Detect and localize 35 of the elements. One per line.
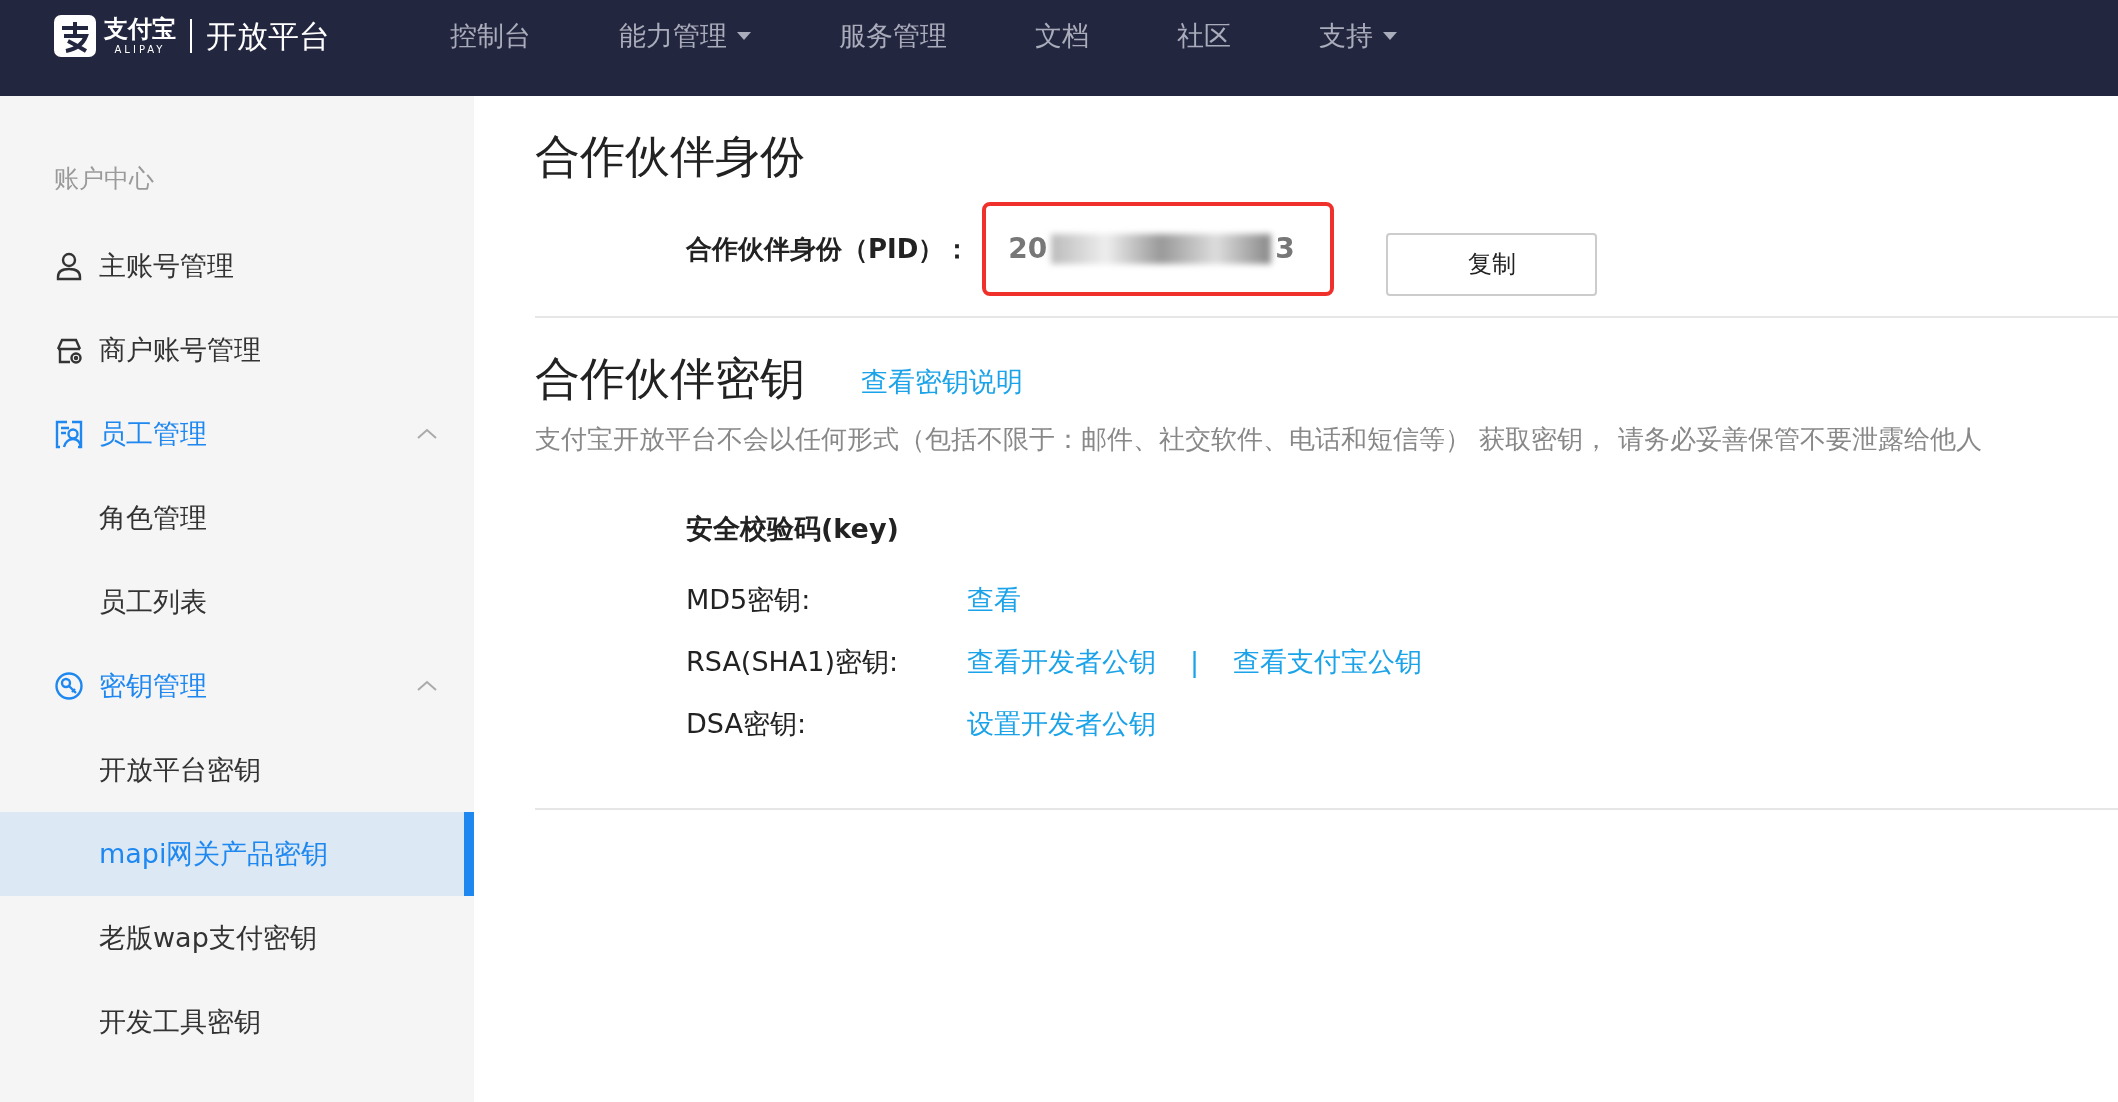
logo-subtext: ALIPAY — [114, 45, 166, 55]
nav-item[interactable]: 控制台 — [450, 15, 531, 57]
sidebar-heading: 账户中心 — [54, 164, 154, 193]
pid-label: 合作伙伴身份（PID）： — [686, 232, 971, 266]
key-section-title: 安全校验码(key) — [686, 512, 900, 546]
key-label: DSA密钥: — [686, 707, 807, 742]
nav-item[interactable]: 社区 — [1177, 15, 1231, 57]
sidebar-subitem[interactable]: 角色管理 — [0, 476, 474, 560]
section-title: 合作伙伴身份 — [535, 130, 806, 184]
pid-value: 20 — [1008, 231, 1048, 267]
copy-button[interactable]: 复制 — [1386, 232, 1598, 296]
key-label: RSA(SHA1)密钥: — [686, 645, 900, 680]
pid-value: 3 — [1275, 231, 1295, 267]
logo-text: 支付宝 — [104, 17, 176, 41]
id-card-icon — [54, 419, 84, 449]
sidebar-subitem[interactable]: 开放平台密钥 — [0, 728, 474, 812]
key-icon — [54, 671, 84, 701]
nav-item[interactable]: 文档 — [1035, 15, 1089, 57]
key-label: MD5密钥: — [686, 583, 812, 618]
sidebar-item[interactable]: 员工管理 — [0, 392, 474, 476]
nav-item[interactable]: 能力管理 — [619, 15, 751, 57]
sidebar-subitem[interactable]: 员工列表 — [0, 560, 474, 644]
nav-item[interactable]: 支持 — [1319, 15, 1397, 57]
description-text: 支付宝开放平台不会以任何形式（包括不限于：邮件、社交软件、电话和短信等） 获取密钥， 请务必妥善保管不要泄露给他人 — [535, 423, 1983, 456]
sidebar-item[interactable]: 主账号管理 — [0, 224, 474, 308]
link-separator: | — [1190, 645, 1200, 680]
logo-icon — [54, 15, 96, 57]
sidebar-item[interactable]: 商户账号管理 — [0, 308, 474, 392]
sidebar-subitem[interactable]: 开发工具密钥 — [0, 980, 474, 1064]
platform-title: 开放平台 — [206, 16, 330, 56]
person-icon — [54, 251, 84, 281]
sidebar-subitem[interactable]: 老版wap支付密钥 — [0, 896, 474, 980]
nav-item[interactable]: 服务管理 — [839, 15, 947, 57]
sidebar-item[interactable]: 密钥管理 — [0, 644, 474, 728]
section-title: 合作伙伴密钥 — [535, 352, 805, 406]
